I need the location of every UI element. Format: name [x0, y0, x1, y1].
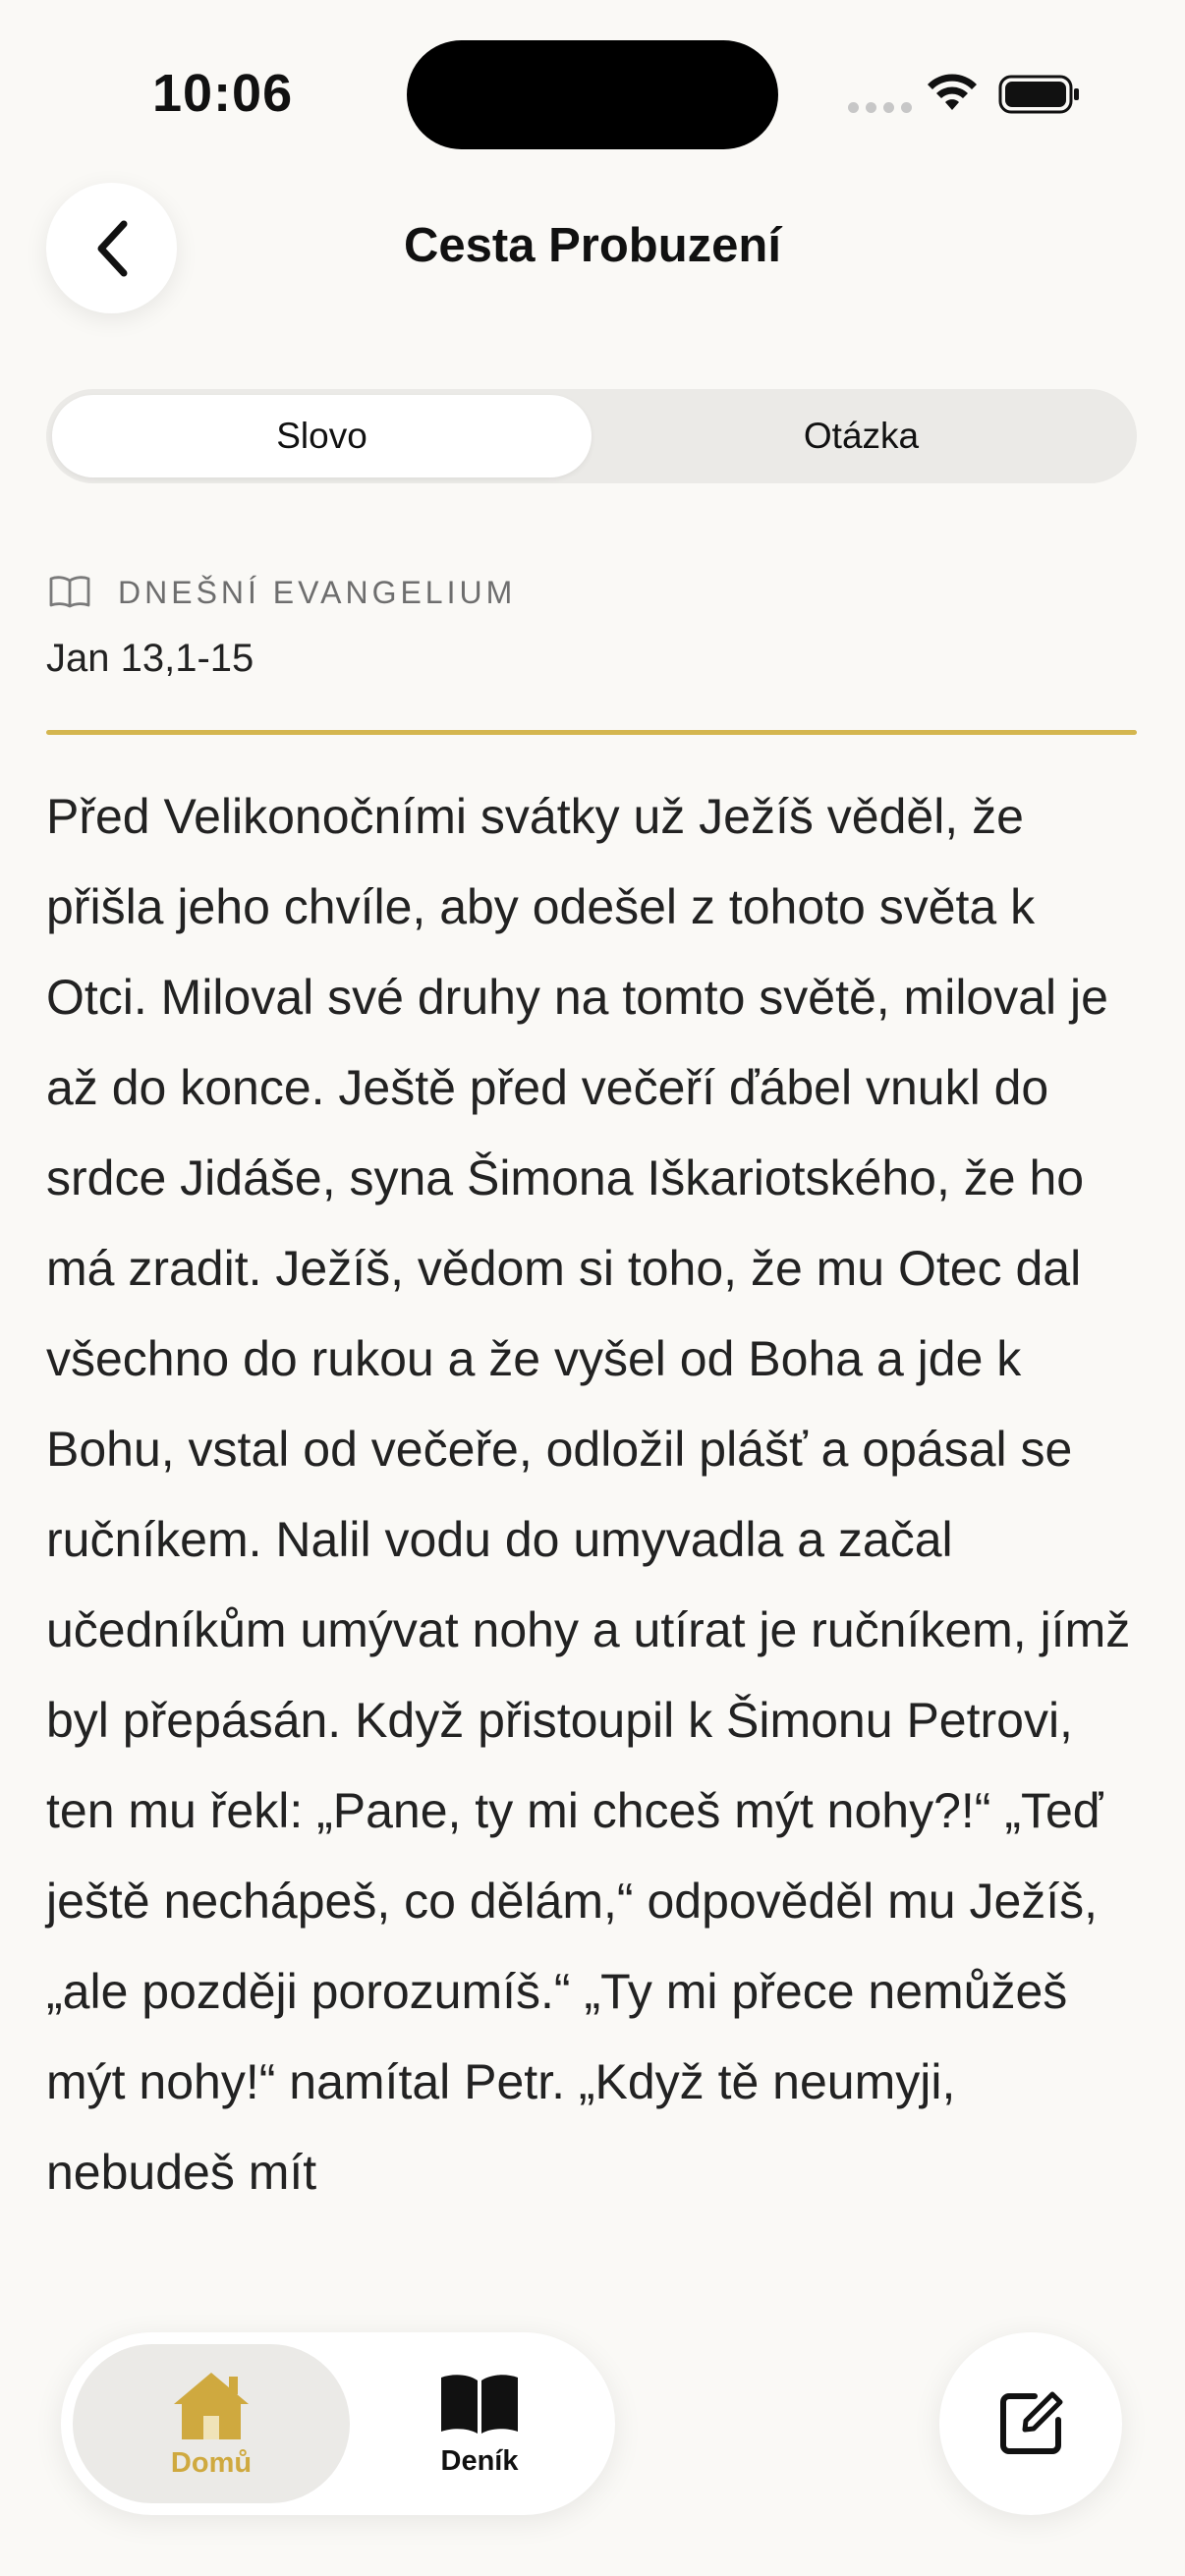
wifi-icon: [928, 74, 977, 110]
tab-otazka[interactable]: Otázka: [592, 395, 1131, 477]
section-label: DNEŠNÍ EVANGELIUM: [118, 575, 517, 610]
tab-slovo[interactable]: Slovo: [52, 395, 592, 477]
tab-journal-label: Deník: [440, 2444, 519, 2477]
screen: 10:06 Cesta Probuzení Slovo Otázka DNEŠN…: [0, 0, 1185, 2576]
segmented-control: Slovo Otázka: [46, 389, 1137, 483]
open-book-icon: [441, 2374, 518, 2434]
page-title: Cesta Probuzení: [404, 219, 781, 272]
dynamic-island: [407, 40, 778, 149]
gospel-text: Před Velikonočními svátky už Ježíš věděl…: [46, 789, 1131, 2200]
gospel-reference: Jan 13,1-15: [46, 637, 254, 680]
tab-home[interactable]: Domů: [73, 2344, 350, 2503]
house-icon: [174, 2372, 249, 2439]
tab-bar: Domů Deník: [61, 2332, 615, 2515]
divider: [46, 730, 1137, 735]
compose-button[interactable]: [939, 2332, 1122, 2515]
tab-home-label: Domů: [170, 2446, 253, 2479]
battery-icon: [998, 75, 1079, 114]
cellular-signal-icon: [848, 102, 912, 113]
book-icon: [49, 576, 90, 608]
status-time: 10:06: [152, 64, 294, 123]
compose-icon: [1000, 2391, 1063, 2454]
tab-journal[interactable]: Deník: [356, 2344, 603, 2503]
